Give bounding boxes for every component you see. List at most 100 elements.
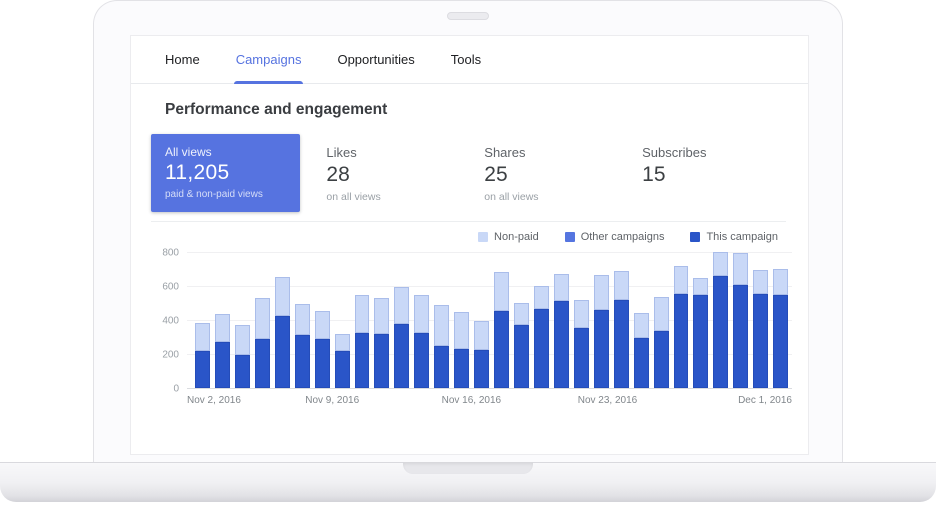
chart-bar-nov-24[interactable]	[634, 313, 649, 388]
nav-item-home[interactable]: Home	[165, 36, 200, 84]
nav-item-opportunities[interactable]: Opportunities	[337, 36, 414, 84]
chart-bar-nov-3[interactable]	[215, 314, 230, 388]
chart-bar-nov-27[interactable]	[693, 278, 708, 388]
legend-label: This campaign	[706, 231, 778, 243]
bar-segment-this-campaign	[594, 310, 609, 388]
legend-label: Non-paid	[494, 231, 539, 243]
bar-segment-this-campaign	[195, 351, 210, 388]
chart-bar-dec-1[interactable]	[773, 269, 788, 388]
chart-body: 0200400600800	[151, 253, 792, 389]
chart-bar-nov-6[interactable]	[275, 277, 290, 388]
chart-bar-nov-28[interactable]	[713, 252, 728, 388]
bar-segment-this-campaign	[335, 351, 350, 388]
bar-segment-non-paid	[374, 298, 389, 334]
stat-label: Subscribes	[642, 145, 774, 160]
bar-segment-non-paid	[614, 271, 629, 300]
chart-bar-nov-23[interactable]	[614, 271, 629, 388]
bar-segment-this-campaign	[614, 300, 629, 388]
bar-segment-non-paid	[753, 270, 768, 294]
laptop-mockup: Home Campaigns Opportunities Tools Perfo…	[0, 0, 936, 508]
bar-segment-non-paid	[554, 274, 569, 301]
chart-bar-nov-11[interactable]	[374, 298, 389, 388]
bar-segment-non-paid	[335, 334, 350, 352]
app-window: Home Campaigns Opportunities Tools Perfo…	[130, 35, 809, 455]
page-title: Performance and engagement	[165, 101, 808, 119]
bar-segment-non-paid	[454, 312, 469, 349]
bar-segment-this-campaign	[255, 339, 270, 388]
nav-item-tools[interactable]: Tools	[451, 36, 481, 84]
bar-segment-this-campaign	[753, 294, 768, 388]
bar-segment-non-paid	[514, 303, 529, 325]
bar-segment-this-campaign	[654, 331, 669, 388]
y-tick-label: 0	[173, 384, 179, 395]
chart-bar-nov-18[interactable]	[514, 303, 529, 388]
chart-bar-nov-14[interactable]	[434, 305, 449, 388]
chart-bar-nov-13[interactable]	[414, 295, 429, 388]
x-tick-label: Nov 16, 2016	[442, 395, 502, 406]
bar-segment-non-paid	[674, 266, 689, 293]
nav-item-campaigns[interactable]: Campaigns	[236, 36, 302, 84]
webcam-icon	[447, 12, 489, 20]
bar-segment-non-paid	[574, 300, 589, 328]
chart-bar-nov-19[interactable]	[534, 286, 549, 388]
bar-segment-this-campaign	[474, 350, 489, 388]
legend-swatch-icon	[565, 232, 575, 242]
bar-segment-this-campaign	[494, 311, 509, 388]
chart-bar-nov-7[interactable]	[295, 304, 310, 388]
stat-sublabel: on all views	[484, 191, 616, 203]
chart-bar-nov-15[interactable]	[454, 312, 469, 388]
bar-segment-this-campaign	[315, 339, 330, 388]
bar-segment-non-paid	[215, 314, 230, 342]
stat-sublabel: on all views	[326, 191, 458, 203]
stat-label: All views	[165, 145, 286, 159]
bar-segment-this-campaign	[534, 309, 549, 388]
bar-segment-non-paid	[654, 297, 669, 331]
bar-segment-this-campaign	[414, 333, 429, 388]
bar-segment-non-paid	[594, 275, 609, 310]
chart-bar-nov-5[interactable]	[255, 298, 270, 388]
chart-plot	[187, 253, 792, 389]
chart-bar-nov-10[interactable]	[355, 295, 370, 388]
chart-bar-nov-8[interactable]	[315, 311, 330, 388]
chart-legend: Non-paid Other campaigns This campaign	[131, 231, 778, 243]
bar-segment-this-campaign	[295, 335, 310, 388]
chart-bar-nov-30[interactable]	[753, 270, 768, 388]
legend-item-this-campaign: This campaign	[690, 231, 778, 243]
bar-segment-non-paid	[494, 272, 509, 311]
bar-segment-non-paid	[474, 321, 489, 350]
chart-bar-nov-26[interactable]	[674, 266, 689, 388]
bar-segment-this-campaign	[215, 342, 230, 388]
chart-bar-nov-12[interactable]	[394, 287, 409, 388]
bar-segment-this-campaign	[574, 328, 589, 388]
chart-bar-nov-9[interactable]	[335, 334, 350, 388]
stat-card-all-views[interactable]: All views 11,205 paid & non-paid views	[151, 134, 300, 212]
chart-bar-nov-2[interactable]	[195, 323, 210, 388]
y-tick-label: 800	[162, 248, 179, 259]
chart-bar-nov-25[interactable]	[654, 297, 669, 388]
stat-value: 11,205	[165, 161, 286, 185]
bar-segment-this-campaign	[394, 324, 409, 388]
stat-card-shares[interactable]: Shares 25 on all views	[458, 134, 616, 212]
bar-segment-non-paid	[394, 287, 409, 324]
bar-segment-non-paid	[315, 311, 330, 339]
bar-segment-non-paid	[355, 295, 370, 332]
chart-bar-nov-17[interactable]	[494, 272, 509, 388]
chart-bar-nov-4[interactable]	[235, 325, 250, 388]
chart-bar-nov-22[interactable]	[594, 275, 609, 388]
bar-segment-this-campaign	[434, 346, 449, 389]
y-tick-label: 400	[162, 316, 179, 327]
gridline	[187, 388, 792, 389]
legend-item-other-campaigns: Other campaigns	[565, 231, 665, 243]
bar-segment-non-paid	[195, 323, 210, 352]
chart-plot-bars	[195, 253, 788, 388]
stat-sublabel: paid & non-paid views	[165, 189, 286, 200]
chart-bar-nov-29[interactable]	[733, 253, 748, 388]
stat-value: 28	[326, 163, 458, 187]
chart-bar-nov-16[interactable]	[474, 321, 489, 388]
x-tick-label: Nov 2, 2016	[187, 395, 241, 406]
x-tick-label: Nov 23, 2016	[578, 395, 638, 406]
chart-bar-nov-20[interactable]	[554, 274, 569, 388]
stat-card-likes[interactable]: Likes 28 on all views	[300, 134, 458, 212]
stat-card-subscribes[interactable]: Subscribes 15	[616, 134, 774, 212]
chart-bar-nov-21[interactable]	[574, 300, 589, 388]
